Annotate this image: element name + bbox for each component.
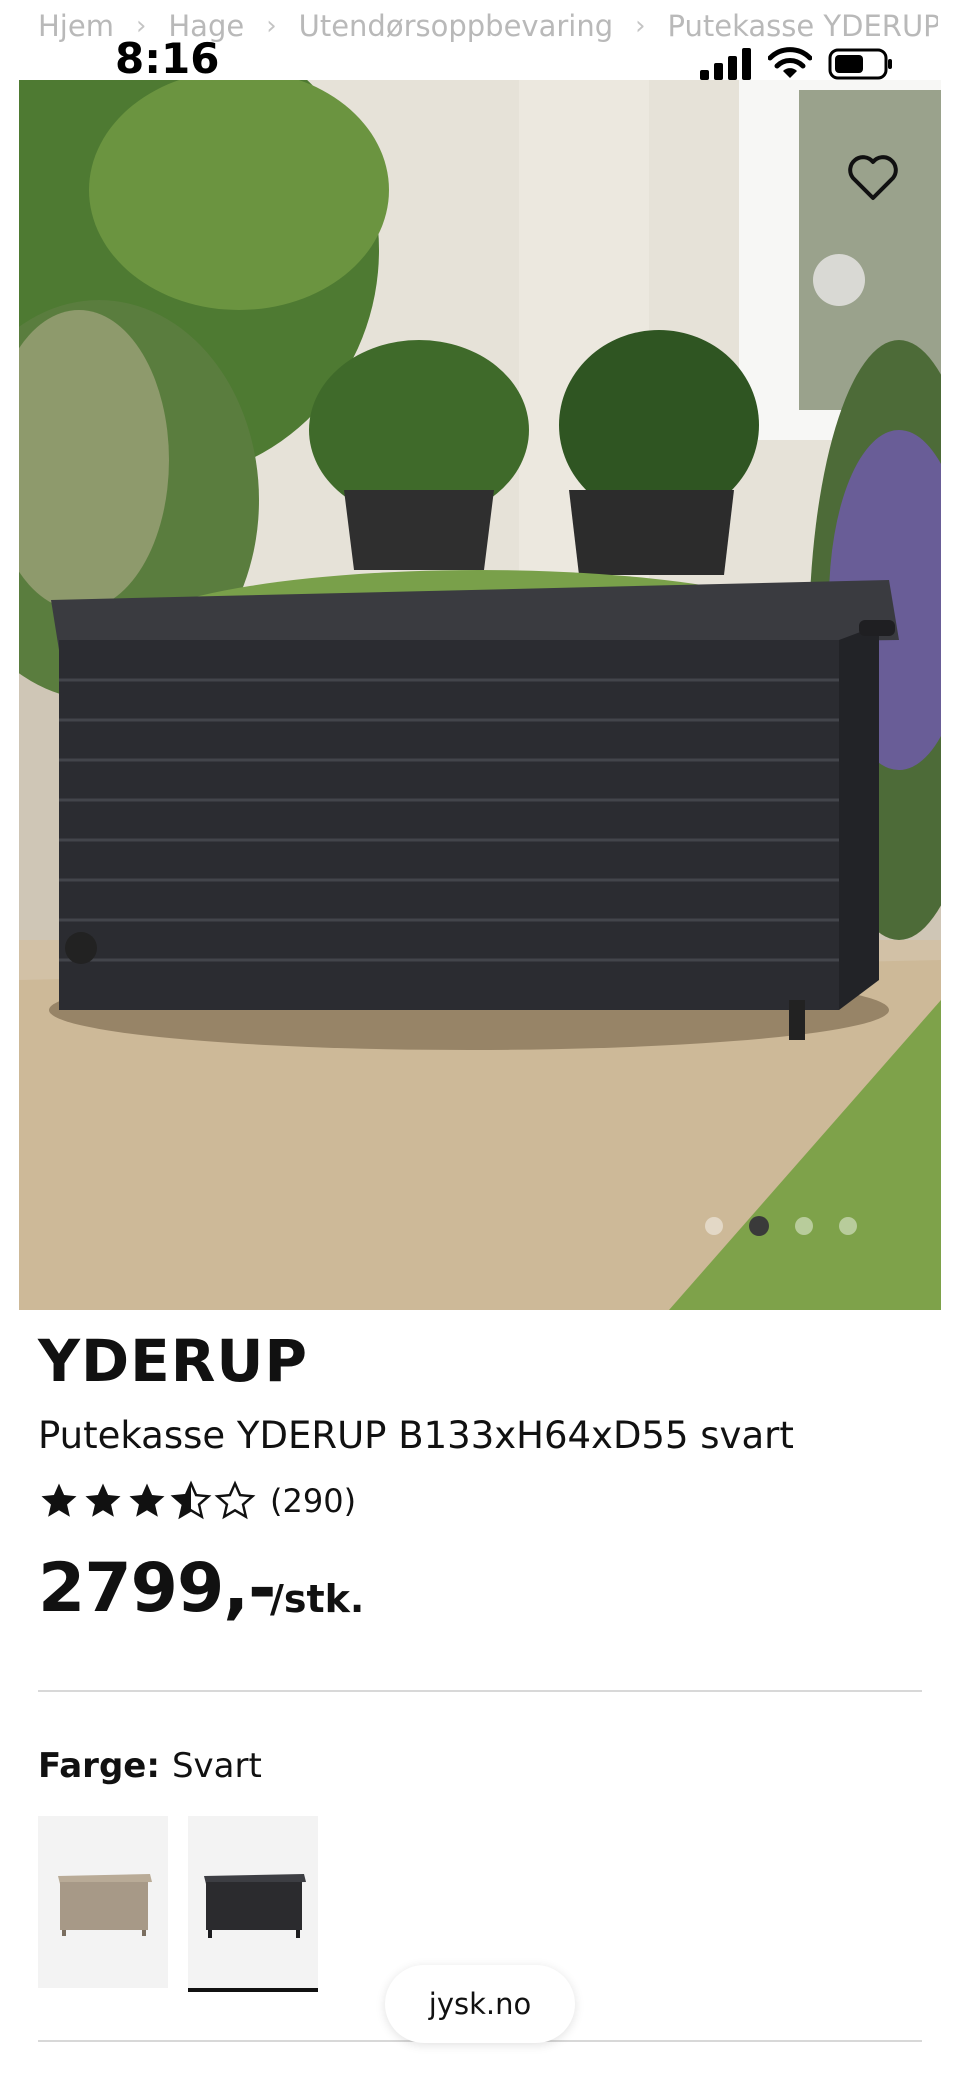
wifi-icon — [768, 47, 812, 78]
beige-box-thumbnail — [58, 1874, 152, 1936]
chevron-right-icon: › — [266, 11, 277, 41]
price-unit: /stk. — [270, 1577, 365, 1621]
product-image[interactable] — [19, 80, 941, 1310]
color-selector-label: Farge: Svart — [38, 1746, 262, 1786]
browser-url-bar[interactable]: jysk.no — [385, 1965, 575, 2043]
color-label: Farge: — [38, 1746, 160, 1786]
divider — [38, 1690, 922, 1692]
carousel-dot-active[interactable] — [749, 1216, 769, 1236]
breadcrumb-outdoor-storage[interactable]: Utendørsoppbevaring — [299, 9, 614, 43]
chevron-right-icon: › — [635, 11, 646, 41]
battery-icon — [828, 48, 892, 80]
status-time: 8:16 — [115, 34, 220, 83]
carousel-dot[interactable] — [795, 1217, 813, 1235]
carousel-dot[interactable] — [705, 1217, 723, 1235]
product-name: Putekasse YDERUP B133xH64xD55 svart — [38, 1414, 794, 1457]
review-count[interactable]: (290) — [270, 1482, 356, 1520]
star-empty-icon — [214, 1480, 256, 1520]
breadcrumb-current: Putekasse YDERUP B — [667, 9, 938, 43]
star-full-icon — [85, 1483, 121, 1517]
star-full-icon — [41, 1483, 77, 1517]
cellular-signal-icon — [700, 48, 751, 80]
heart-icon[interactable] — [843, 148, 903, 208]
breadcrumb-home[interactable]: Hjem — [38, 9, 114, 43]
star-half-icon — [170, 1480, 212, 1520]
product-photo — [19, 80, 941, 1310]
carousel-indicator — [705, 1216, 857, 1236]
color-option-black[interactable] — [188, 1816, 318, 1992]
carousel-dot[interactable] — [839, 1217, 857, 1235]
product-rating[interactable]: (290) — [38, 1480, 356, 1522]
black-box-thumbnail — [204, 1874, 306, 1938]
color-value: Svart — [171, 1746, 262, 1786]
color-option-beige[interactable] — [38, 1816, 168, 1988]
product-price: 2799,- — [38, 1549, 276, 1628]
star-full-icon — [129, 1483, 165, 1517]
product-brand: YDERUP — [38, 1327, 309, 1395]
